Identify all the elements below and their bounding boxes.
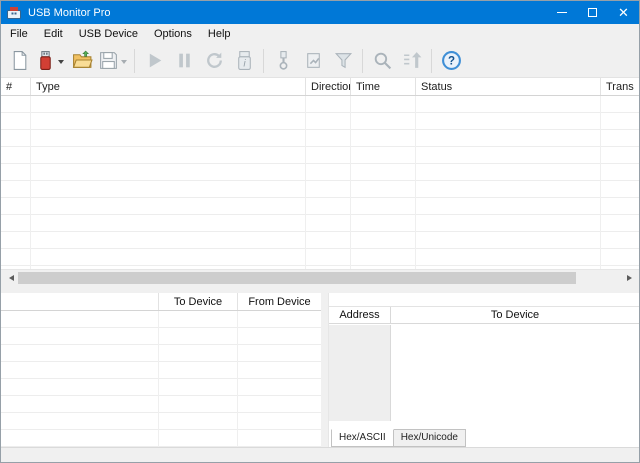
help-button[interactable]: ? <box>436 47 466 75</box>
statistics-header: To Device From Device <box>1 293 321 311</box>
play-icon <box>144 50 165 71</box>
scrollbar-thumb[interactable] <box>18 272 576 284</box>
stats-column-header-blank[interactable] <box>1 293 159 310</box>
toolbar-separator <box>431 49 432 73</box>
usb-device-icon <box>35 50 56 71</box>
tab-hex-ascii[interactable]: Hex/ASCII <box>331 429 394 447</box>
toolbar: i ? <box>1 44 639 77</box>
scroll-right-icon <box>627 275 635 281</box>
menu-help-label: Help <box>208 28 231 40</box>
usb-info-icon: i <box>234 50 255 71</box>
menu-edit[interactable]: Edit <box>36 24 71 44</box>
stats-column-header-to-device[interactable]: To Device <box>159 293 238 310</box>
start-monitoring-button[interactable] <box>139 47 169 75</box>
maximize-button[interactable] <box>577 1 608 24</box>
close-icon: ✕ <box>618 5 629 21</box>
select-usb-device-button[interactable] <box>34 47 67 75</box>
menu-help[interactable]: Help <box>200 24 239 44</box>
hex-address-gutter <box>329 325 391 421</box>
app-icon <box>6 5 22 21</box>
grid-line <box>415 96 416 269</box>
menu-usb-device-label: USB Device <box>79 28 138 40</box>
menu-edit-label: Edit <box>44 28 63 40</box>
restart-monitoring-button[interactable] <box>199 47 229 75</box>
magnifier-icon <box>372 50 393 71</box>
scroll-right-button[interactable] <box>622 270 639 286</box>
status-bar <box>1 447 639 463</box>
hex-view-header: Address To Device <box>329 306 639 324</box>
statistics-table: To Device From Device <box>1 293 321 447</box>
window-title: USB Monitor Pro <box>28 7 111 19</box>
horizontal-scrollbar[interactable] <box>1 269 639 285</box>
column-header-number[interactable]: # <box>1 78 31 95</box>
hex-view-panel: Address To Device Hex/ASCII Hex/Unicode <box>328 293 639 447</box>
svg-text:?: ? <box>447 56 454 68</box>
refresh-icon <box>204 50 225 71</box>
plug-device-button[interactable] <box>268 47 298 75</box>
column-header-direction[interactable]: Direction <box>306 78 351 95</box>
minimize-icon <box>557 12 567 13</box>
menu-file[interactable]: File <box>2 24 36 44</box>
packet-list-body[interactable] <box>1 96 639 269</box>
column-header-transferred[interactable]: Trans <box>601 78 639 95</box>
toolbar-separator <box>362 49 363 73</box>
grid-line <box>158 311 159 447</box>
menubar: File Edit USB Device Options Help <box>1 24 639 44</box>
packet-list: # Type Direction Time Status Trans <box>1 77 639 285</box>
menu-options-label: Options <box>154 28 192 40</box>
pane-splitter[interactable] <box>321 293 328 447</box>
usb-plug-icon <box>273 50 294 71</box>
filter-button[interactable] <box>328 47 358 75</box>
pause-monitoring-button[interactable] <box>169 47 199 75</box>
up-arrow-icon <box>402 50 423 71</box>
minimize-button[interactable] <box>546 1 577 24</box>
usb-device-dropdown-arrow-icon[interactable] <box>58 60 64 67</box>
bottom-panes: To Device From Device Address To Device … <box>1 285 639 447</box>
grid-line <box>600 96 601 269</box>
scroll-left-button[interactable] <box>1 270 18 286</box>
find-button[interactable] <box>367 47 397 75</box>
stats-column-header-from-device[interactable]: From Device <box>238 293 321 310</box>
device-info-button[interactable]: i <box>229 47 259 75</box>
funnel-icon <box>333 50 354 71</box>
packet-list-header: # Type Direction Time Status Trans <box>1 78 639 96</box>
save-file-button[interactable] <box>97 47 130 75</box>
statistics-body[interactable] <box>1 311 321 447</box>
hex-address-header: Address <box>329 307 391 323</box>
column-header-status[interactable]: Status <box>416 78 601 95</box>
window-controls: ✕ <box>546 1 639 24</box>
question-mark-icon: ? <box>441 50 462 71</box>
open-folder-icon <box>72 50 93 71</box>
tab-hex-unicode[interactable]: Hex/Unicode <box>393 429 466 447</box>
maximize-icon <box>588 8 597 17</box>
column-header-time[interactable]: Time <box>351 78 416 95</box>
app-window: USB Monitor Pro ✕ File Edit USB Device O… <box>0 0 640 463</box>
save-floppy-icon <box>98 50 119 71</box>
grid-line <box>305 96 306 269</box>
new-document-icon <box>9 50 30 71</box>
go-to-packet-button[interactable] <box>397 47 427 75</box>
toolbar-separator <box>263 49 264 73</box>
hex-data-header: To Device <box>391 307 639 323</box>
pause-icon <box>174 50 195 71</box>
grid-line <box>350 96 351 269</box>
save-dropdown-arrow-icon[interactable] <box>121 60 127 67</box>
close-button[interactable]: ✕ <box>608 1 639 24</box>
column-header-type[interactable]: Type <box>31 78 306 95</box>
grid-line <box>237 311 238 447</box>
new-capture-button[interactable] <box>4 47 34 75</box>
menu-file-label: File <box>10 28 28 40</box>
hex-view-tabs: Hex/ASCII Hex/Unicode <box>331 429 465 447</box>
report-icon <box>303 50 324 71</box>
grid-line <box>30 96 31 269</box>
report-button[interactable] <box>298 47 328 75</box>
scroll-left-icon <box>6 275 14 281</box>
open-file-button[interactable] <box>67 47 97 75</box>
menu-options[interactable]: Options <box>146 24 200 44</box>
menu-usb-device[interactable]: USB Device <box>71 24 146 44</box>
titlebar[interactable]: USB Monitor Pro ✕ <box>1 1 639 24</box>
toolbar-separator <box>134 49 135 73</box>
